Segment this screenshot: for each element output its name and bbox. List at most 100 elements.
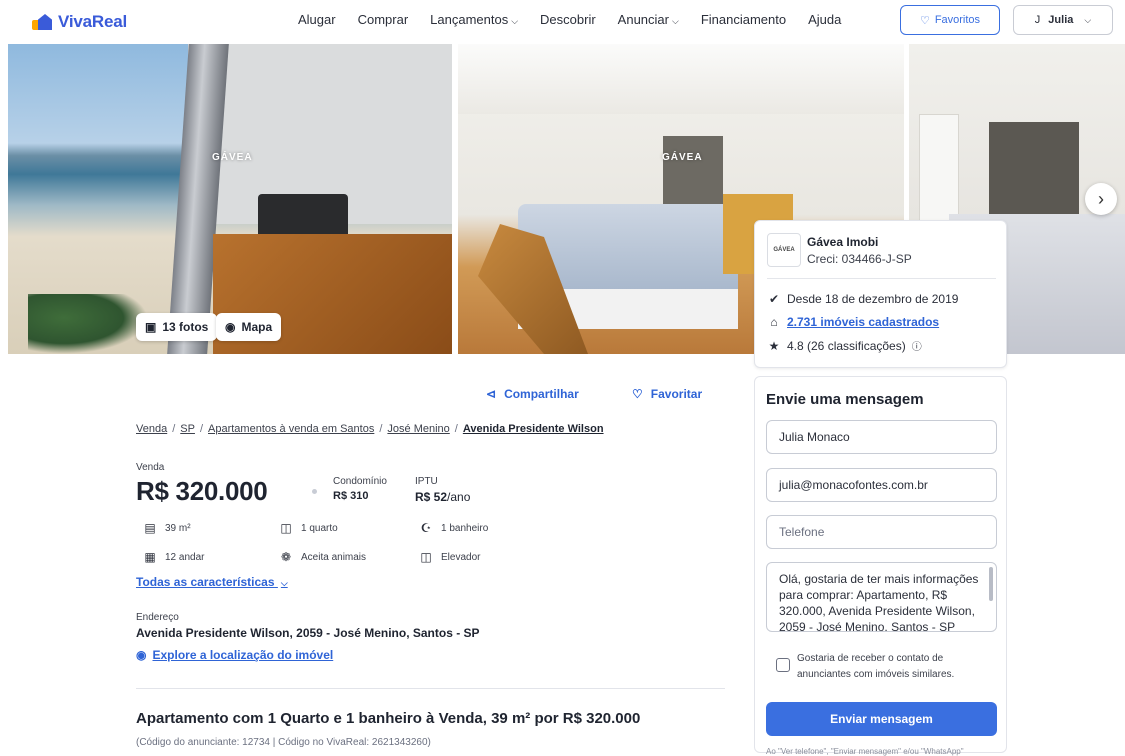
map-pin-icon: ◉ bbox=[136, 648, 147, 662]
chevron-down-icon: ⌵ bbox=[1084, 14, 1092, 25]
breadcrumb-current[interactable]: Avenida Presidente Wilson bbox=[463, 423, 604, 435]
breadcrumb-venda[interactable]: Venda bbox=[136, 423, 167, 435]
breadcrumb-jose-menino[interactable]: José Menino bbox=[387, 423, 449, 435]
info-icon[interactable]: ⓘ bbox=[912, 338, 922, 353]
advertiser-listings-link[interactable]: 2.731 imóveis cadastrados bbox=[787, 315, 939, 329]
map-pin-icon: ◉ bbox=[225, 320, 236, 334]
chevron-down-icon: ⌵ bbox=[671, 16, 679, 26]
iptu-label: IPTU bbox=[415, 476, 438, 487]
iptu-value: R$ 52/ano bbox=[415, 490, 470, 504]
camera-icon: ▣ bbox=[145, 320, 157, 334]
iptu-suffix: /ano bbox=[447, 490, 471, 504]
breadcrumb-santos[interactable]: Apartamentos à venda em Santos bbox=[208, 423, 374, 435]
email-field[interactable]: julia@monacofontes.com.br bbox=[766, 468, 997, 502]
nav-financiamento[interactable]: Financiamento bbox=[701, 12, 786, 27]
nav-anunciar-label: Anunciar bbox=[617, 12, 669, 27]
message-textarea[interactable]: Olá, gostaria de ter mais informações pa… bbox=[766, 562, 997, 632]
opt-in-checkbox[interactable] bbox=[776, 658, 790, 672]
listing-codes: (Código do anunciante: 12734 | Código no… bbox=[136, 737, 431, 748]
building-icon: ▦ bbox=[144, 550, 156, 564]
heart-icon: ♡ bbox=[632, 387, 643, 401]
feature-bedrooms: ◫ 1 quarto bbox=[278, 521, 338, 535]
feature-area: ▤ 39 m² bbox=[142, 521, 191, 535]
send-message-button[interactable]: Enviar mensagem bbox=[766, 702, 997, 736]
share-icon: ⊲ bbox=[486, 387, 497, 401]
divider bbox=[136, 688, 725, 689]
chevron-right-icon: › bbox=[1098, 188, 1104, 209]
condo-value: R$ 310 bbox=[333, 490, 369, 502]
business-type-label: Venda bbox=[136, 462, 165, 473]
advertiser-listings: ⌂ 2.731 imóveis cadastrados bbox=[767, 315, 939, 329]
feature-elevator-text: Elevador bbox=[441, 551, 481, 563]
favorite-button[interactable]: ♡ Favoritar bbox=[632, 387, 702, 401]
share-button[interactable]: ⊲ Compartilhar bbox=[486, 387, 579, 401]
opt-in-label: Gostaria de receber o contato de anuncia… bbox=[797, 653, 955, 680]
explore-location-label: Explore a localização do imóvel bbox=[152, 648, 334, 662]
nav-alugar[interactable]: Alugar bbox=[298, 12, 336, 27]
gallery-photo-balcony[interactable] bbox=[8, 44, 452, 354]
map-button[interactable]: ◉ Mapa bbox=[216, 313, 282, 341]
all-features-link[interactable]: Todas as características ⌵ bbox=[136, 575, 288, 589]
vivareal-logo[interactable]: VivaReal bbox=[32, 12, 127, 32]
advertiser-creci: Creci: 034466-J-SP bbox=[807, 252, 912, 266]
price: R$ 320.000 bbox=[136, 476, 268, 506]
chevron-down-icon: ⌵ bbox=[280, 578, 288, 588]
listing-title: Apartamento com 1 Quarto e 1 banheiro à … bbox=[136, 710, 641, 727]
textarea-scrollbar[interactable] bbox=[989, 567, 993, 601]
watermark-logo: GÁVEA bbox=[212, 152, 253, 163]
phone-field[interactable]: Telefone bbox=[766, 515, 997, 549]
shower-icon: ☪ bbox=[420, 521, 432, 535]
advertiser-name[interactable]: Gávea Imobi bbox=[807, 235, 878, 249]
ruler-icon: ▤ bbox=[144, 521, 156, 535]
house-icon: ⌂ bbox=[770, 315, 778, 329]
logo-text: VivaReal bbox=[58, 12, 127, 31]
top-header: VivaReal Alugar Comprar Lançamentos ⌵ Des… bbox=[0, 0, 1125, 44]
feature-elevator: ◫ Elevador bbox=[418, 550, 480, 564]
address-value: Avenida Presidente Wilson, 2059 - José M… bbox=[136, 626, 480, 640]
explore-location-link[interactable]: ◉ Explore a localização do imóvel bbox=[136, 648, 333, 662]
feature-pets-text: Aceita animais bbox=[301, 551, 367, 563]
nav-descobrir[interactable]: Descobrir bbox=[540, 12, 596, 27]
address-label: Endereço bbox=[136, 612, 179, 623]
favorites-label: Favoritos bbox=[934, 14, 981, 26]
user-menu-button[interactable]: J Julia ⌵ bbox=[1013, 5, 1113, 35]
map-label: Mapa bbox=[241, 320, 273, 334]
iptu-amount: R$ 52 bbox=[415, 490, 448, 504]
nav-anunciar[interactable]: Anunciar ⌵ bbox=[618, 12, 679, 27]
advertiser-rating-text: 4.8 (26 classificações) bbox=[787, 338, 906, 353]
chevron-down-icon: ⌵ bbox=[511, 16, 519, 26]
star-icon: ★ bbox=[768, 338, 780, 353]
contact-form-title: Envie uma mensagem bbox=[766, 391, 924, 408]
favorites-button[interactable]: ♡ Favoritos bbox=[900, 5, 1000, 35]
watermark-logo: GÁVEA bbox=[662, 152, 703, 163]
advertiser-since: ✔ Desde 18 de dezembro de 2019 bbox=[767, 292, 959, 306]
nav-lancamentos-label: Lançamentos bbox=[430, 12, 509, 27]
feature-bathrooms: ☪ 1 banheiro bbox=[418, 521, 489, 535]
message-text: Olá, gostaria de ter mais informações pa… bbox=[779, 572, 979, 632]
feature-area-text: 39 m² bbox=[165, 522, 191, 534]
heart-icon: ♡ bbox=[919, 14, 930, 27]
condo-label: Condomínio bbox=[333, 476, 387, 487]
advertiser-since-text: Desde 18 de dezembro de 2019 bbox=[787, 292, 959, 306]
nav-comprar[interactable]: Comprar bbox=[358, 12, 409, 27]
paw-icon: ❁ bbox=[280, 550, 292, 564]
user-initial: J bbox=[1034, 14, 1041, 26]
breadcrumb-sp[interactable]: SP bbox=[180, 423, 195, 435]
nav-lancamentos[interactable]: Lançamentos ⌵ bbox=[430, 12, 518, 27]
advertiser-logo[interactable]: GÁVEA bbox=[767, 233, 801, 267]
photos-label: 13 fotos bbox=[162, 320, 209, 334]
feature-bedrooms-text: 1 quarto bbox=[301, 522, 338, 534]
feature-floor: ▦ 12 andar bbox=[142, 550, 204, 564]
feature-bathrooms-text: 1 banheiro bbox=[441, 522, 489, 534]
divider bbox=[767, 278, 996, 279]
legal-footnote: Ao "Ver telefone", "Enviar mensagem" e/o… bbox=[766, 747, 964, 756]
main-nav: Alugar Comprar Lançamentos ⌵ Descobrir An… bbox=[298, 12, 841, 27]
favorite-label: Favoritar bbox=[650, 387, 703, 401]
all-features-label: Todas as características bbox=[136, 575, 275, 589]
contact-form: Envie uma mensagem Julia Monaco julia@mo… bbox=[754, 376, 1007, 756]
nav-ajuda[interactable]: Ajuda bbox=[808, 12, 841, 27]
verified-badge-icon: ✔ bbox=[768, 292, 780, 306]
gallery-next-button[interactable]: › bbox=[1085, 183, 1117, 215]
photos-button[interactable]: ▣ 13 fotos bbox=[136, 313, 218, 341]
name-field[interactable]: Julia Monaco bbox=[766, 420, 997, 454]
